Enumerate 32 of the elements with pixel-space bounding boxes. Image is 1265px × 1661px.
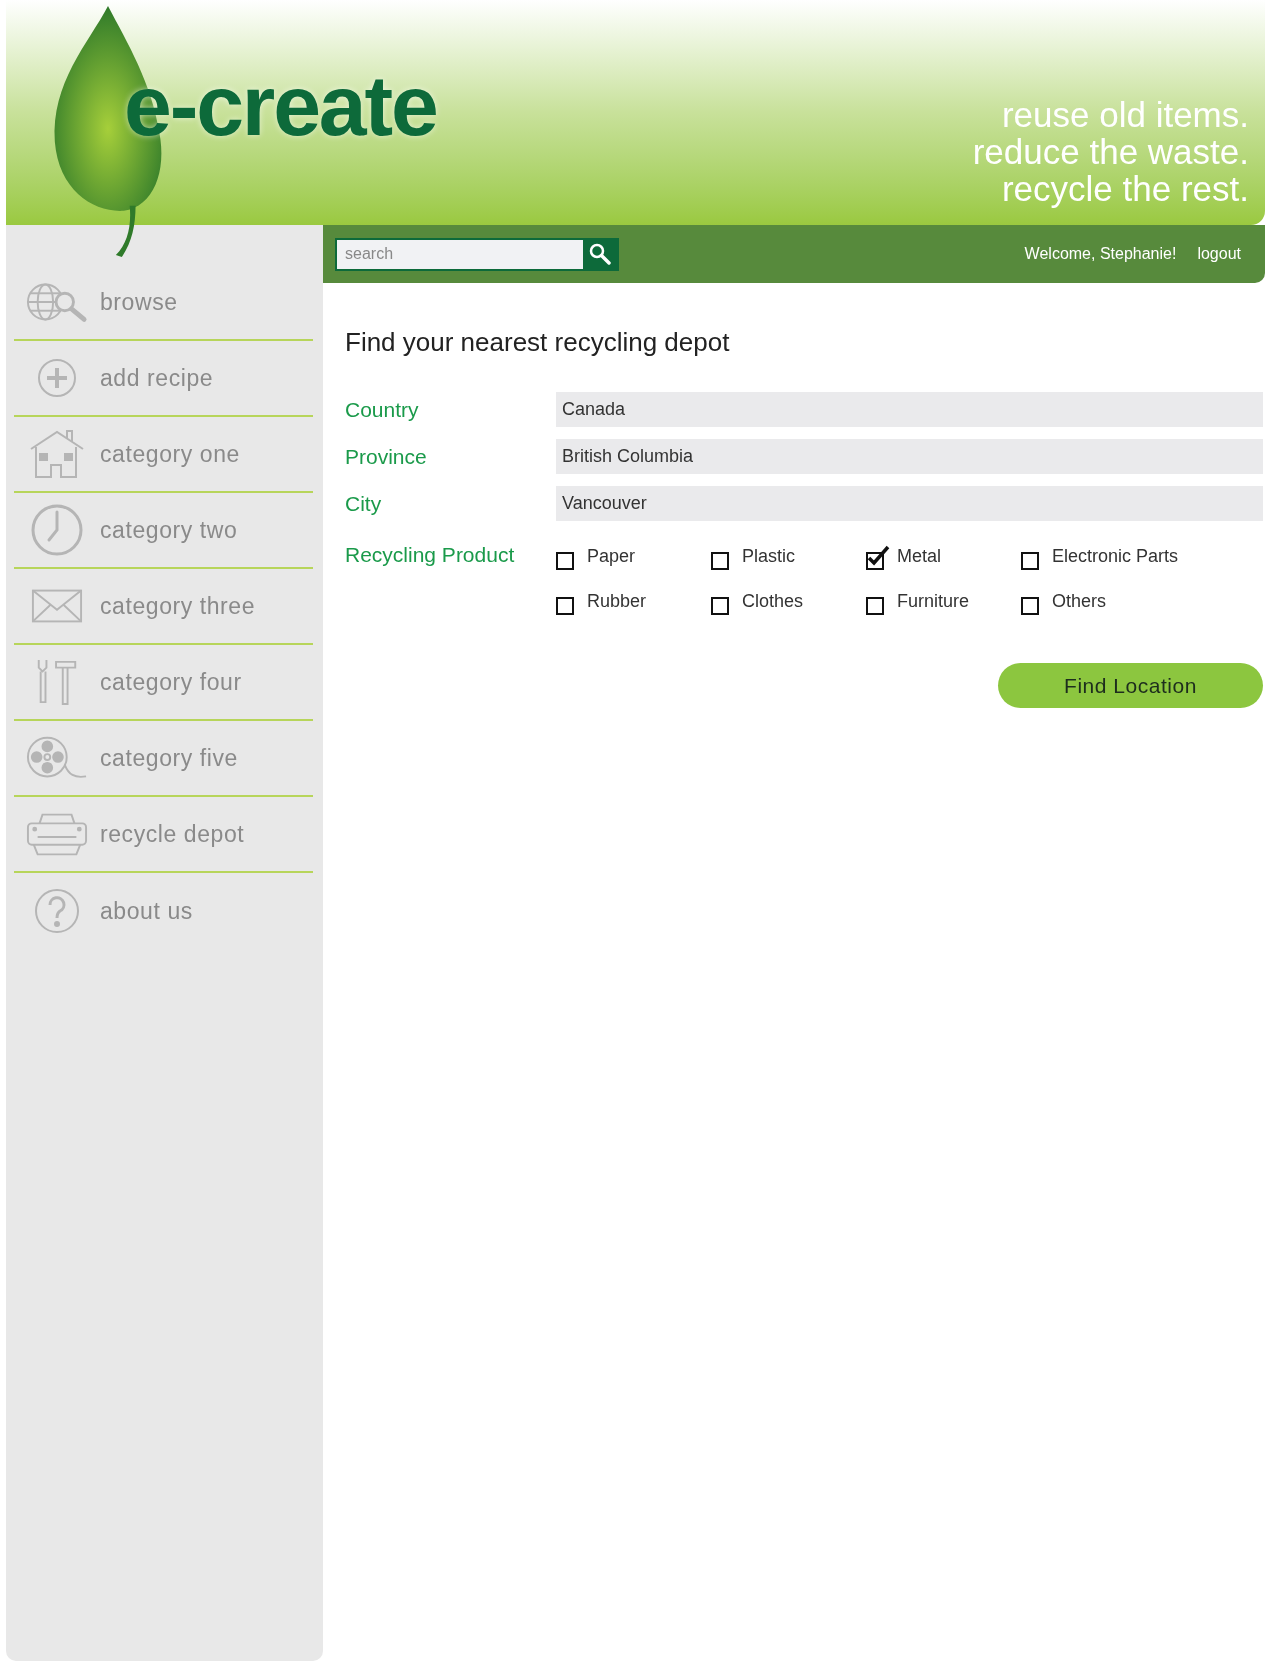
tagline: recycle the rest. [1001,170,1249,207]
field-label: Province [345,443,428,470]
checkbox-label[interactable]: Electronic Parts [1052,543,1179,570]
checkbox-label[interactable]: Paper [587,543,636,570]
checkbox-label[interactable]: Clothes [742,588,804,615]
envelope-icon [31,588,83,624]
input-field[interactable]: Canada [556,392,1263,427]
tagline: reuse old items. [1001,96,1249,133]
field-label: Recycling Product [345,542,516,568]
input-field[interactable]: Vancouver [556,486,1263,521]
checkbox-label[interactable]: Rubber [587,588,647,615]
logout-link[interactable]: logout [1197,242,1241,266]
field-label: City [345,490,383,517]
checkbox[interactable] [866,543,890,570]
find-location-button[interactable]: Find Location [998,663,1263,708]
printer-icon [26,811,88,857]
film-reel-icon [26,735,88,781]
welcome-text: Welcome, Stephanie! [1024,244,1177,264]
clock-icon [31,504,83,556]
input-field[interactable]: British Columbia [556,439,1263,474]
page-title: Find your nearest recycling depot [345,326,731,359]
checkbox-label[interactable]: Furniture [897,588,970,615]
search-field[interactable]: search [337,239,583,269]
checkbox-label[interactable]: Plastic [742,543,795,570]
house-icon [29,429,85,479]
search-icon [588,242,612,266]
plus-circle-icon [37,358,77,398]
question-circle-icon [34,888,80,934]
checkbox-label[interactable]: Others [1052,588,1107,615]
tagline: reduce the waste. [972,133,1249,170]
field-label: Country [345,396,420,423]
checkbox-label[interactable]: Metal [897,543,941,570]
